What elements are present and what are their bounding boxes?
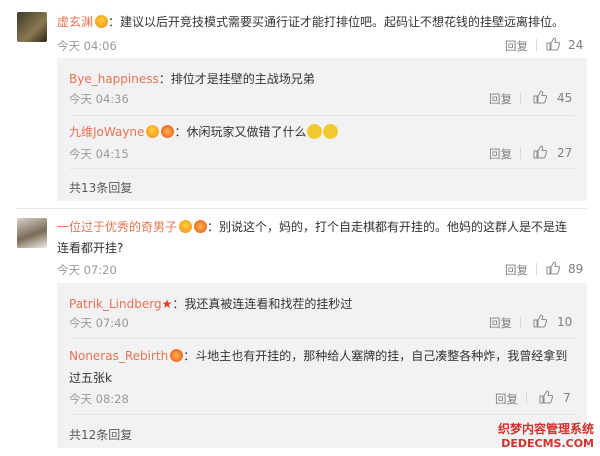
divider [520,147,521,159]
separator [17,208,587,209]
avatar[interactable] [17,12,47,42]
reply-line: 九维JoWayne ：休闲玩家又做错了什么 [69,123,339,140]
reply-button[interactable]: 回复 [505,38,528,54]
reply-button[interactable]: 回复 [489,146,512,162]
comment-time: 今天 04:06 [57,39,117,53]
reply-time: 今天 07:40 [69,316,129,330]
like-count: 24 [568,38,584,52]
like-count: 7 [563,391,571,405]
comment-username[interactable]: 一位过于优秀的奇男子 [57,220,177,234]
like-icon[interactable] [533,90,547,104]
like-count: 89 [568,262,584,276]
reply-button[interactable]: 回复 [495,391,518,407]
medal-icon [161,125,175,138]
more-replies-link[interactable]: 共12条回复 [69,426,132,443]
divider [536,39,537,51]
reply-line: Noneras_Rebirth ：斗地主也有开挂的，那种给人塞牌的挂，自己凑整各种… [69,347,567,364]
reply-button[interactable]: 回复 [489,91,512,107]
separator [69,168,575,169]
reply-line: Bye_happiness：排位才是挂壁的主战场兄弟 [69,70,315,87]
like-icon[interactable] [546,37,560,51]
reply-text: ：斗地主也有开挂的，那种给人塞牌的挂，自己凑整各种炸，我曾经拿到 [183,349,568,363]
reply-username[interactable]: Bye_happiness [69,72,159,86]
reply-text-continued: 过五张k [69,371,112,385]
avatar[interactable] [17,218,47,248]
like-icon[interactable] [546,261,560,275]
comment-line: 虚玄渊 ：建议以后开竞技模式需要买通行证才能打排位吧。起码让不想花钱的挂壁远离排位… [57,13,564,30]
like-count: 27 [557,146,573,160]
reply-username[interactable]: Patrik_Lindberg [69,297,162,311]
reply-text: ：排位才是挂壁的主战场兄弟 [158,72,315,86]
emoji-icon [323,124,339,139]
reply-time: 今天 08:28 [69,392,129,406]
separator [69,338,575,339]
separator [69,115,575,116]
like-icon[interactable] [539,390,553,404]
comment-text: ：别说这个，妈的，打个自走棋都有开挂的。他妈的这群人是不是连 [207,220,568,234]
reply-username[interactable]: Noneras_Rebirth [69,349,168,363]
reply-line: Patrik_Lindberg★：我还真被连连看和找茬的挂秒过 [69,295,352,312]
medal-icon [194,220,208,233]
like-icon[interactable] [533,145,547,159]
comment-time: 今天 07:20 [57,263,117,277]
reply-button[interactable]: 回复 [505,262,528,278]
separator [69,414,575,415]
emoji-icon [307,124,323,139]
reply-time: 今天 04:36 [69,92,129,106]
reply-text: ：休闲玩家又做错了什么 [174,125,307,139]
reply-list: Bye_happiness：排位才是挂壁的主战场兄弟 今天 04:36 回复 4… [57,58,587,201]
vip-badge-icon [95,15,109,28]
divider [520,92,521,104]
reply-username[interactable]: 九维JoWayne [69,125,144,139]
watermark: 织梦内容管理系统 DEDECMS.COM [498,420,594,450]
divider [526,392,527,404]
divider [536,263,537,275]
star-icon: ★ [161,297,173,311]
like-icon[interactable] [533,314,547,328]
more-replies-link[interactable]: 共13条回复 [69,179,132,196]
like-count: 45 [557,91,573,105]
comment-text: ：建议以后开竞技模式需要买通行证才能打排位吧。起码让不想花钱的挂壁远离排位。 [108,15,565,29]
like-count: 10 [557,315,573,329]
comment-username[interactable]: 虚玄渊 [57,15,93,29]
reply-time: 今天 04:15 [69,147,129,161]
comment-text-continued: 连看都开挂? [57,241,124,255]
comment-line: 一位过于优秀的奇男子 ：别说这个，妈的，打个自走棋都有开挂的。他妈的这群人是不是连 [57,218,567,235]
medal-icon [170,349,184,362]
vip-badge-icon [146,125,160,138]
vip-badge-icon [179,220,193,233]
divider [520,316,521,328]
reply-text: ：我还真被连连看和找茬的挂秒过 [172,297,353,311]
watermark-line1: 织梦内容管理系统 [497,422,594,436]
watermark-line2: DEDECMS.COM [501,437,594,450]
reply-button[interactable]: 回复 [489,315,512,331]
